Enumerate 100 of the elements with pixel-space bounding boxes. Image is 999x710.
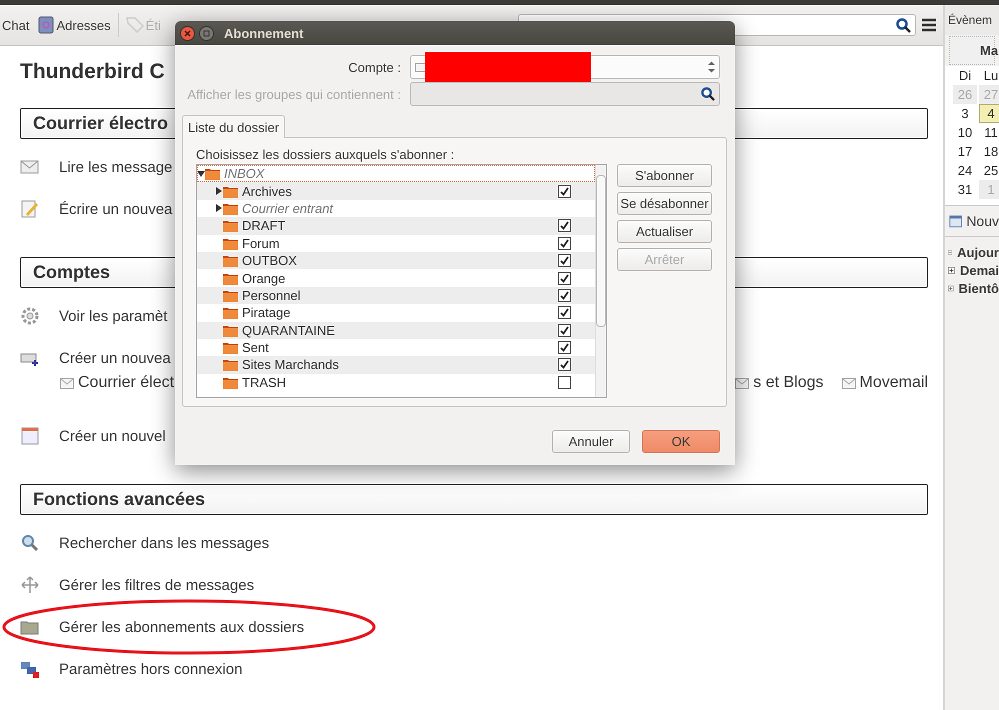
folder-icon — [223, 341, 238, 354]
offline-computers-icon — [20, 660, 40, 678]
toolbar-button[interactable]: Chat — [0, 18, 32, 32]
envelope-icon — [20, 158, 40, 176]
search-icon — [896, 18, 911, 32]
account-type-link[interactable]: s et Blogs — [753, 374, 824, 392]
folder-row[interactable]: Archives — [197, 182, 595, 200]
calendar-day[interactable]: 18 — [979, 142, 999, 161]
folder-row[interactable]: QUARANTAINE — [197, 322, 595, 339]
account-type-link[interactable]: Movemail — [860, 374, 928, 392]
folder-row[interactable]: INBOX — [197, 165, 595, 182]
weekday-label: Di — [958, 67, 972, 85]
notepad-pencil-icon — [20, 200, 40, 218]
checkbox[interactable] — [558, 272, 571, 285]
calendar-day[interactable]: 10 — [953, 123, 977, 142]
expand-icon[interactable] — [948, 284, 954, 292]
action-link[interactable]: Rechercher dans les messages — [59, 534, 270, 552]
envelope-icon — [415, 62, 427, 72]
search-icon — [20, 534, 40, 552]
calendar-day[interactable]: 3 — [953, 104, 977, 123]
checkbox[interactable] — [558, 219, 571, 232]
checkbox[interactable] — [558, 288, 571, 302]
filter-search-field[interactable] — [410, 82, 720, 106]
field-label: Afficher les groupes qui contiennent : — [186, 86, 402, 102]
action-button[interactable]: Se désabonner — [617, 192, 712, 215]
arrows-cross-icon — [20, 576, 40, 594]
expanded-arrow-icon[interactable] — [197, 170, 205, 178]
event-group[interactable]: Demai — [945, 261, 999, 279]
page-title: Thunderbird C — [20, 60, 165, 84]
tab[interactable]: Liste du dossier — [182, 115, 286, 138]
calendar-day[interactable]: 25 — [979, 161, 999, 180]
collapsed-arrow-icon[interactable] — [215, 187, 223, 196]
list-label: Choisissez les dossiers auxquels s'abonner : — [196, 147, 456, 164]
toolbar-button[interactable]: Adresses — [36, 16, 113, 34]
folder-icon — [223, 272, 238, 285]
action-button[interactable]: S'abonner — [617, 164, 712, 187]
envelope-icon — [60, 378, 74, 388]
scrollbar[interactable] — [595, 165, 606, 397]
folder-icon — [223, 324, 238, 337]
calendar-day[interactable]: 24 — [953, 161, 977, 180]
close-button[interactable] — [180, 26, 195, 40]
sidebar-title: Évènem — [945, 5, 999, 35]
calendar-day[interactable]: 17 — [953, 142, 977, 161]
maximize-button[interactable] — [199, 26, 214, 40]
collapse-icon[interactable] — [948, 248, 952, 256]
calendar-day[interactable]: 4 — [979, 104, 999, 123]
collapsed-arrow-icon[interactable] — [215, 204, 223, 212]
dialog-title: Abonnement — [224, 26, 304, 40]
account-type-link[interactable]: Courrier élect — [78, 374, 174, 392]
checkbox[interactable] — [558, 236, 571, 250]
folder-icon — [223, 184, 238, 198]
action-link[interactable]: Voir les paramèt — [59, 308, 168, 324]
weekday-label: Lu — [982, 67, 999, 85]
ok-button[interactable]: OK — [642, 430, 720, 453]
folder-icon — [205, 167, 220, 180]
checkbox[interactable] — [558, 184, 571, 198]
checkbox[interactable] — [558, 254, 571, 268]
folder-row[interactable]: OUTBOX — [197, 252, 595, 270]
action-link[interactable]: Écrire un nouvea — [59, 200, 172, 218]
gear-icon — [20, 307, 40, 325]
section-heading: Fonctions avancées — [20, 484, 928, 515]
checkbox[interactable] — [558, 358, 571, 372]
new-event-button[interactable]: Nouv — [945, 206, 999, 237]
folder-icon — [223, 288, 238, 302]
checkbox[interactable] — [558, 341, 571, 354]
action-link[interactable]: Lire les message — [59, 158, 172, 176]
menu-icon[interactable] — [921, 18, 937, 32]
checkbox[interactable] — [558, 306, 571, 320]
folder-row[interactable]: Sent — [197, 338, 595, 356]
expand-icon[interactable] — [948, 266, 955, 274]
close-icon — [184, 30, 191, 36]
folder-icon — [223, 236, 238, 250]
calendar-day[interactable]: 31 — [953, 180, 977, 199]
folder-row[interactable]: DRAFT — [197, 217, 595, 235]
tag-icon — [126, 17, 144, 33]
action-link[interactable]: Gérer les filtres de messages — [59, 576, 254, 594]
address-book-icon — [38, 16, 54, 34]
envelope-icon — [842, 378, 856, 388]
checkbox[interactable] — [558, 376, 571, 389]
calendar-day[interactable]: 11 — [979, 123, 999, 142]
event-group[interactable]: Aujour — [945, 243, 999, 261]
folder-row[interactable]: Forum — [197, 234, 595, 252]
action-link[interactable]: Créer un nouvel — [59, 428, 166, 444]
calendar-icon — [20, 427, 40, 445]
folder-icon — [223, 306, 238, 320]
folder-icon — [223, 219, 238, 232]
square-icon — [203, 30, 210, 36]
event-group[interactable]: Bientô — [945, 279, 999, 297]
folder-icon — [223, 358, 238, 372]
folder-row[interactable]: TRASH — [197, 374, 595, 392]
cancel-button[interactable]: Annuler — [552, 430, 630, 453]
account-select[interactable] — [410, 55, 720, 79]
spinner-arrows-icon — [708, 61, 715, 73]
action-link[interactable]: Créer un nouvea — [59, 350, 171, 366]
folder-icon — [223, 202, 238, 215]
action-button[interactable]: Actualiser — [617, 220, 712, 243]
checkbox[interactable] — [558, 324, 571, 337]
action-link[interactable]: Paramètres hors connexion — [59, 660, 242, 678]
folder-row[interactable]: Sites Marchands — [197, 356, 595, 374]
folder-row[interactable]: Personnel — [197, 286, 595, 304]
